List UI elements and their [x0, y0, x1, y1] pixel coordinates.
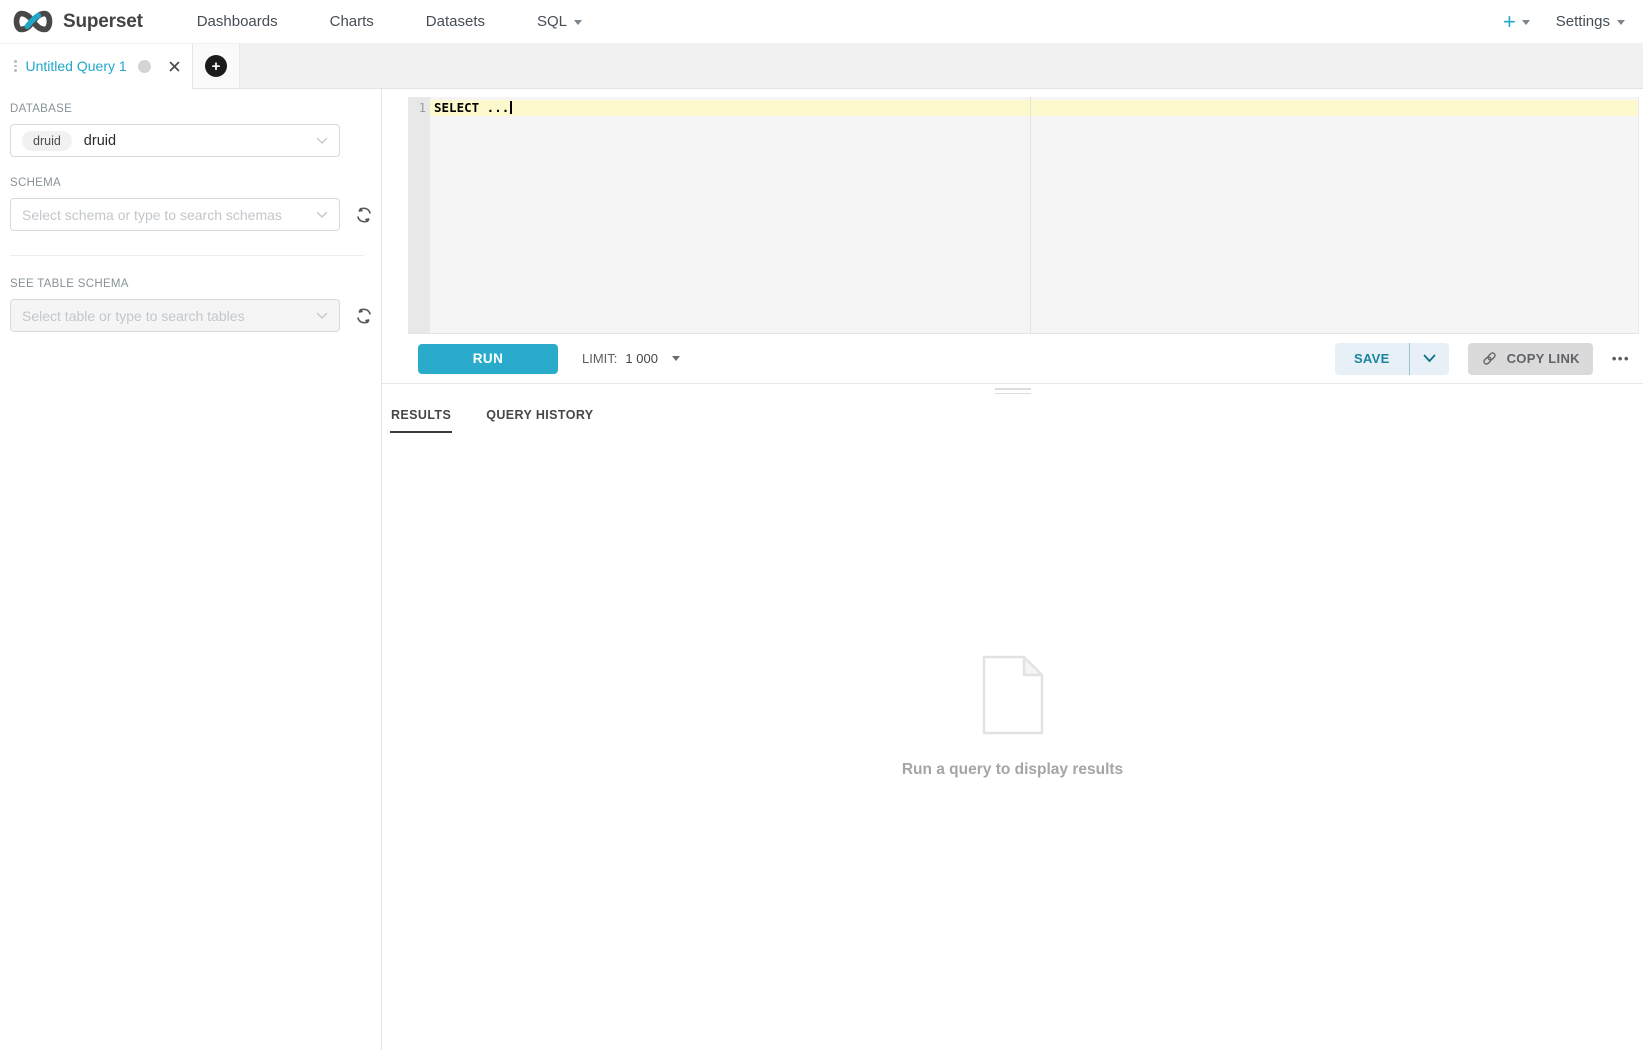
app-header: Superset Dashboards Charts Datasets SQL …	[0, 0, 1643, 44]
header-right: + Settings	[1503, 11, 1633, 33]
nav-dashboards[interactable]: Dashboards	[171, 0, 304, 44]
nav-charts-label: Charts	[330, 13, 374, 30]
new-item-menu[interactable]: +	[1503, 11, 1530, 33]
query-tab-untitled-query-1[interactable]: Untitled Query 1	[0, 44, 193, 89]
query-tab-bar: Untitled Query 1 +	[0, 44, 1643, 89]
text-cursor	[510, 101, 512, 114]
database-type-tag: druid	[22, 131, 72, 151]
close-tab-button[interactable]	[169, 61, 180, 72]
nav-charts[interactable]: Charts	[304, 0, 400, 44]
brand-name: Superset	[63, 11, 143, 33]
main-nav: Dashboards Charts Datasets SQL	[171, 0, 608, 44]
results-panel: RESULTS QUERY HISTORY Run a query to dis…	[382, 396, 1643, 1050]
close-icon	[169, 61, 180, 72]
chevron-down-icon	[1522, 20, 1530, 25]
sql-editor-wrap: 1 SELECT ...	[382, 89, 1643, 334]
tab-query-history[interactable]: QUERY HISTORY	[485, 402, 594, 433]
chevron-down-icon	[316, 132, 328, 150]
save-options-button[interactable]	[1410, 343, 1449, 375]
nav-sql-label: SQL	[537, 13, 567, 30]
schema-label: SCHEMA	[10, 177, 381, 189]
chevron-down-icon	[574, 20, 582, 25]
refresh-tables-button[interactable]	[355, 307, 373, 325]
run-button[interactable]: RUN	[418, 344, 558, 374]
sql-code-text: SELECT ...	[434, 100, 509, 115]
superset-logo[interactable]: Superset	[10, 8, 143, 35]
empty-results-message: Run a query to display results	[902, 761, 1123, 779]
sql-editor-panel: 1 SELECT ... RUN LIMIT: 1 000	[382, 89, 1643, 1050]
chevron-down-icon	[1423, 354, 1436, 363]
infinity-logo-icon	[10, 8, 56, 35]
sync-icon	[355, 206, 373, 224]
nav-datasets[interactable]: Datasets	[400, 0, 511, 44]
new-query-tab-button[interactable]: +	[193, 44, 240, 88]
chevron-down-icon	[672, 356, 680, 361]
limit-value: 1 000	[625, 351, 658, 366]
settings-menu[interactable]: Settings	[1556, 13, 1625, 30]
table-schema-label: SEE TABLE SCHEMA	[10, 278, 381, 290]
settings-label: Settings	[1556, 13, 1610, 30]
chevron-down-icon	[316, 307, 328, 325]
sql-lab-sidebar: DATABASE druid druid SCHEMA Select schem…	[0, 89, 382, 1050]
save-button[interactable]: SAVE	[1335, 343, 1409, 375]
sql-lab-main: DATABASE druid druid SCHEMA Select schem…	[0, 89, 1643, 1050]
drag-handle-icon[interactable]	[14, 60, 17, 72]
nav-datasets-label: Datasets	[426, 13, 485, 30]
database-label: DATABASE	[10, 103, 381, 115]
schema-select[interactable]: Select schema or type to search schemas	[10, 198, 340, 231]
limit-dropdown[interactable]: LIMIT: 1 000	[582, 351, 680, 366]
results-tabs: RESULTS QUERY HISTORY	[382, 396, 1643, 433]
database-select[interactable]: druid druid	[10, 124, 340, 157]
editor-toolbar: RUN LIMIT: 1 000 SAVE	[382, 334, 1643, 383]
chevron-down-icon	[316, 206, 328, 224]
sidebar-divider	[10, 255, 364, 256]
database-select-value: druid	[84, 133, 116, 149]
line-number: 1	[408, 100, 426, 116]
table-select[interactable]: Select table or type to search tables	[10, 299, 340, 332]
schema-select-placeholder: Select schema or type to search schemas	[22, 207, 282, 223]
plus-icon: +	[1503, 11, 1516, 33]
nav-dashboards-label: Dashboards	[197, 13, 278, 30]
editor-gutter: 1	[408, 97, 430, 333]
sync-icon	[355, 307, 373, 325]
tab-results[interactable]: RESULTS	[390, 402, 452, 433]
unsaved-state-dot	[138, 60, 151, 73]
limit-label: LIMIT:	[582, 351, 617, 366]
chevron-down-icon	[1617, 20, 1625, 25]
resize-handle[interactable]	[995, 388, 1031, 394]
more-actions-button[interactable]: •••	[1612, 351, 1630, 366]
pane-divider	[382, 383, 1643, 396]
copy-link-label: COPY LINK	[1507, 351, 1580, 366]
sql-code-editor[interactable]: 1 SELECT ...	[408, 97, 1639, 334]
document-icon	[982, 655, 1044, 735]
plus-circle-icon: +	[205, 55, 227, 77]
table-select-placeholder: Select table or type to search tables	[22, 308, 245, 324]
results-empty-state: Run a query to display results	[382, 433, 1643, 1050]
refresh-schemas-button[interactable]	[355, 206, 373, 224]
nav-sql[interactable]: SQL	[511, 0, 608, 44]
copy-link-button[interactable]: COPY LINK	[1468, 343, 1593, 375]
toolbar-right: SAVE COPY LINK •••	[1335, 343, 1630, 375]
save-split-button: SAVE	[1335, 343, 1449, 375]
link-icon	[1481, 350, 1498, 367]
print-margin-line	[1030, 97, 1031, 333]
query-tab-label: Untitled Query 1	[26, 58, 127, 74]
editor-code-area[interactable]: SELECT ...	[430, 97, 1638, 333]
